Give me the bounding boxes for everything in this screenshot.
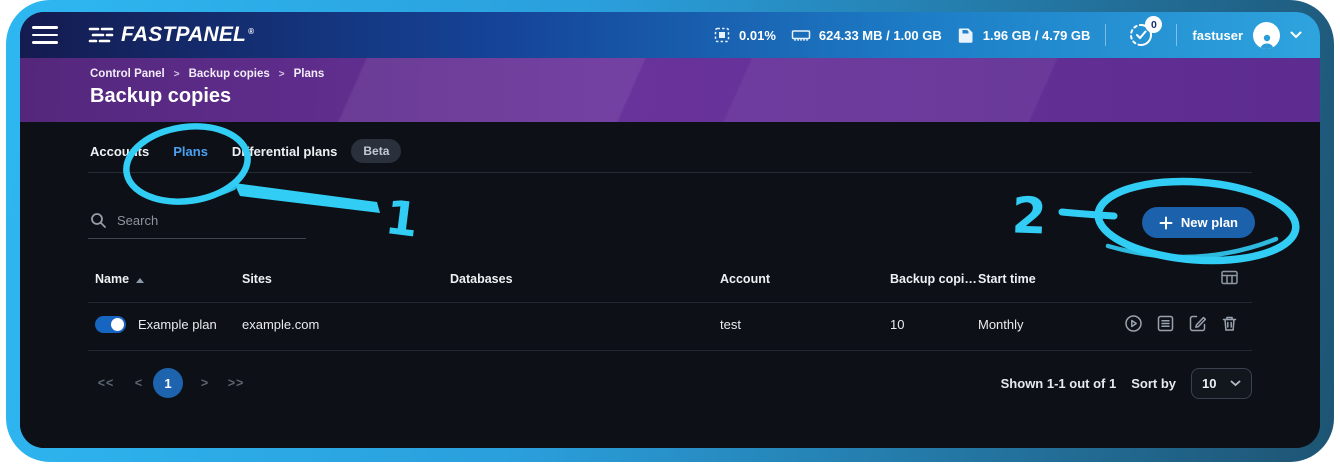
username-label: fastuser <box>1192 28 1243 43</box>
screenshot-canvas: FASTPANEL ® 0.01% <box>0 0 1340 468</box>
pending-tasks-button[interactable]: 0 <box>1127 21 1155 49</box>
sort-by-label: Sort by <box>1131 376 1176 391</box>
pagination-first[interactable]: << <box>92 368 120 398</box>
topbar-divider <box>1176 24 1177 46</box>
edit-icon[interactable] <box>1188 314 1207 333</box>
breadcrumb-backup-copies[interactable]: Backup copies <box>189 68 270 80</box>
ram-usage-stat: 624.33 MB / 1.00 GB <box>791 26 942 44</box>
row-cell-account: test <box>720 317 741 332</box>
search-field[interactable] <box>88 212 306 239</box>
cpu-usage-stat: 0.01% <box>713 26 776 44</box>
new-plan-label: New plan <box>1181 215 1238 230</box>
search-input[interactable] <box>117 213 287 228</box>
brand-registered-mark: ® <box>248 27 254 36</box>
ram-usage-value: 624.33 MB / 1.00 GB <box>819 28 942 43</box>
fastpanel-logo-icon <box>88 25 114 45</box>
sort-asc-icon <box>136 278 144 283</box>
plus-icon <box>1159 216 1173 230</box>
plan-enabled-toggle[interactable] <box>95 316 126 333</box>
column-header-sites[interactable]: Sites <box>242 272 272 286</box>
cpu-usage-value: 0.01% <box>739 28 776 43</box>
run-backup-icon[interactable] <box>1124 314 1143 333</box>
chevron-down-icon <box>1290 31 1302 39</box>
breadcrumb: Control Panel > Backup copies > Plans <box>90 68 1320 80</box>
breadcrumb-control-panel[interactable]: Control Panel <box>90 68 165 80</box>
tab-accounts[interactable]: Accounts <box>90 144 149 159</box>
breadcrumb-plans[interactable]: Plans <box>294 68 325 80</box>
fastpanel-app: FASTPANEL ® 0.01% <box>20 12 1320 448</box>
table-footer: Shown 1-1 out of 1 Sort by 10 <box>1001 368 1252 399</box>
page-header-band: Control Panel > Backup copies > Plans Ba… <box>20 58 1320 122</box>
shown-count-label: Shown 1-1 out of 1 <box>1001 376 1117 391</box>
brand-name: FASTPANEL <box>121 23 246 47</box>
tabs-divider <box>88 172 1252 173</box>
breadcrumb-separator: > <box>174 69 180 80</box>
topbar: FASTPANEL ® 0.01% <box>20 12 1320 58</box>
topbar-divider <box>1105 24 1106 46</box>
new-plan-button[interactable]: New plan <box>1142 207 1255 238</box>
column-settings-icon[interactable] <box>1220 268 1239 287</box>
column-header-account[interactable]: Account <box>720 272 770 286</box>
table-divider <box>88 302 1252 303</box>
avatar <box>1253 22 1280 49</box>
beta-badge: Beta <box>351 139 401 163</box>
pagination-prev[interactable]: < <box>130 368 148 398</box>
tab-bar: Accounts Plans Differential plans Beta <box>90 139 401 163</box>
page-size-value: 10 <box>1202 376 1216 391</box>
disk-usage-value: 1.96 GB / 4.79 GB <box>983 28 1091 43</box>
hamburger-menu-icon[interactable] <box>32 26 58 44</box>
pagination-last[interactable]: >> <box>222 368 250 398</box>
notifications-badge: 0 <box>1145 16 1162 33</box>
details-icon[interactable] <box>1156 314 1175 333</box>
disk-icon <box>957 26 975 44</box>
tab-differential-plans[interactable]: Differential plans <box>232 144 337 159</box>
column-header-name[interactable]: Name <box>95 272 144 286</box>
cpu-icon <box>713 26 731 44</box>
brand-logo[interactable]: FASTPANEL ® <box>88 23 254 47</box>
breadcrumb-separator: > <box>279 69 285 80</box>
row-cell-start-time: Monthly <box>978 317 1024 332</box>
topbar-right: 0.01% 624.33 MB / 1.00 GB <box>713 21 1302 49</box>
tab-plans[interactable]: Plans <box>173 144 208 159</box>
pagination-page-1[interactable]: 1 <box>153 368 183 398</box>
row-cell-name[interactable]: Example plan <box>138 317 217 332</box>
column-header-databases[interactable]: Databases <box>450 272 513 286</box>
page-size-select[interactable]: 10 <box>1191 368 1252 399</box>
delete-icon[interactable] <box>1220 314 1239 333</box>
pagination-next[interactable]: > <box>196 368 214 398</box>
column-header-backup-copies[interactable]: Backup copi… <box>890 272 977 286</box>
search-icon <box>90 212 107 229</box>
disk-usage-stat: 1.96 GB / 4.79 GB <box>957 26 1091 44</box>
row-cell-backup-copies: 10 <box>890 317 904 332</box>
row-cell-sites: example.com <box>242 317 319 332</box>
table-divider <box>88 350 1252 351</box>
page-title: Backup copies <box>90 85 1320 108</box>
chevron-down-icon <box>1230 380 1241 387</box>
ram-icon <box>791 26 811 44</box>
column-header-start-time[interactable]: Start time <box>978 272 1036 286</box>
main-content: Accounts Plans Differential plans Beta N <box>20 122 1320 448</box>
user-menu[interactable]: fastuser <box>1192 22 1302 49</box>
